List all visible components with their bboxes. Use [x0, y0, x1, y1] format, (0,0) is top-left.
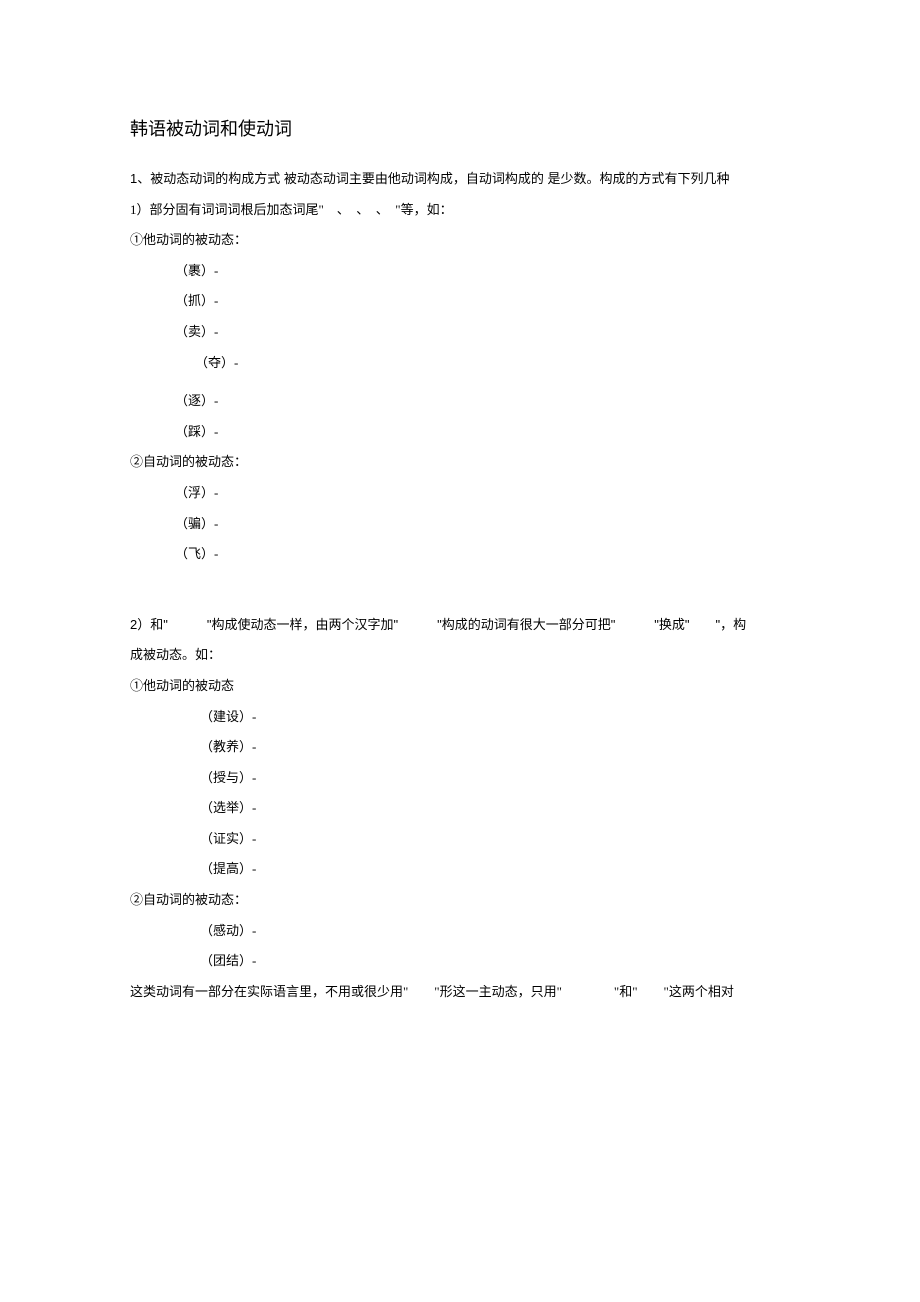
list-item: （逐）-: [130, 387, 790, 416]
note: 这类动词有一部分在实际语言里，不用或很少用" "形这一主动态，只用" "和" "…: [130, 978, 790, 1007]
list-item: （建设）-: [130, 703, 790, 732]
list-item: （感动）-: [130, 917, 790, 946]
list-item: （选举）-: [130, 794, 790, 823]
list-item: （教养）-: [130, 733, 790, 762]
list-item: （骗）-: [130, 510, 790, 539]
sub2-title-2: ②自动词的被动态：: [130, 886, 790, 915]
rule-1: 1）部分固有词词词根后加态词尾" 、 、 、 "等，如：: [130, 196, 790, 225]
sub2-title: ②自动词的被动态：: [130, 448, 790, 477]
list-item: （卖）-: [130, 318, 790, 347]
section-1-intro: 1、被动态动词的构成方式 被动态动词主要由他动词构成，自动词构成的 是少数。构成…: [130, 165, 790, 194]
sub1-title-2: ①他动词的被动态: [130, 672, 790, 701]
document-title: 韩语被动词和使动词: [130, 115, 790, 141]
sub1-title: ①他动词的被动态：: [130, 226, 790, 255]
list-item: （裹）-: [130, 257, 790, 286]
list-item: （授与）-: [130, 764, 790, 793]
list-item: （证实）-: [130, 825, 790, 854]
list-item: （团结）-: [130, 947, 790, 976]
list-item: （浮）-: [130, 479, 790, 508]
rule-2-cont: 成被动态。如：: [130, 641, 790, 670]
list-item: （飞）-: [130, 540, 790, 569]
list-item: （抓）-: [130, 287, 790, 316]
list-item: （提高）-: [130, 855, 790, 884]
list-item: （夺）-: [130, 349, 790, 378]
list-item: （踩）-: [130, 418, 790, 447]
rule-2: 2）和" "构成使动态一样，由两个汉字加" "构成的动词有很大一部分可把" "换…: [130, 611, 790, 640]
